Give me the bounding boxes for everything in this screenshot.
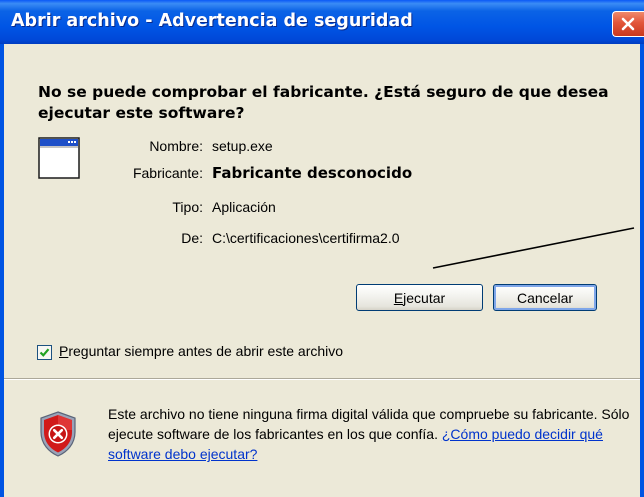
always-ask-checkbox[interactable]: [37, 345, 52, 360]
run-mnemonic: E: [393, 289, 404, 306]
always-ask-label[interactable]: Preguntar siempre antes de abrir este ar…: [59, 343, 343, 359]
run-button[interactable]: Ejecutar: [356, 284, 483, 311]
cancel-button[interactable]: Cancelar: [493, 284, 597, 311]
always-ask-mnemonic: P: [59, 343, 69, 359]
run-label: jecutar: [403, 289, 446, 306]
cancel-label: Cancelar: [516, 289, 574, 306]
checkmark-icon: [39, 348, 50, 357]
warning-message: Este archivo no tiene ninguna firma digi…: [108, 404, 640, 464]
always-ask-text: reguntar siempre antes de abrir este arc…: [68, 343, 344, 359]
security-shield-icon: [40, 411, 76, 457]
